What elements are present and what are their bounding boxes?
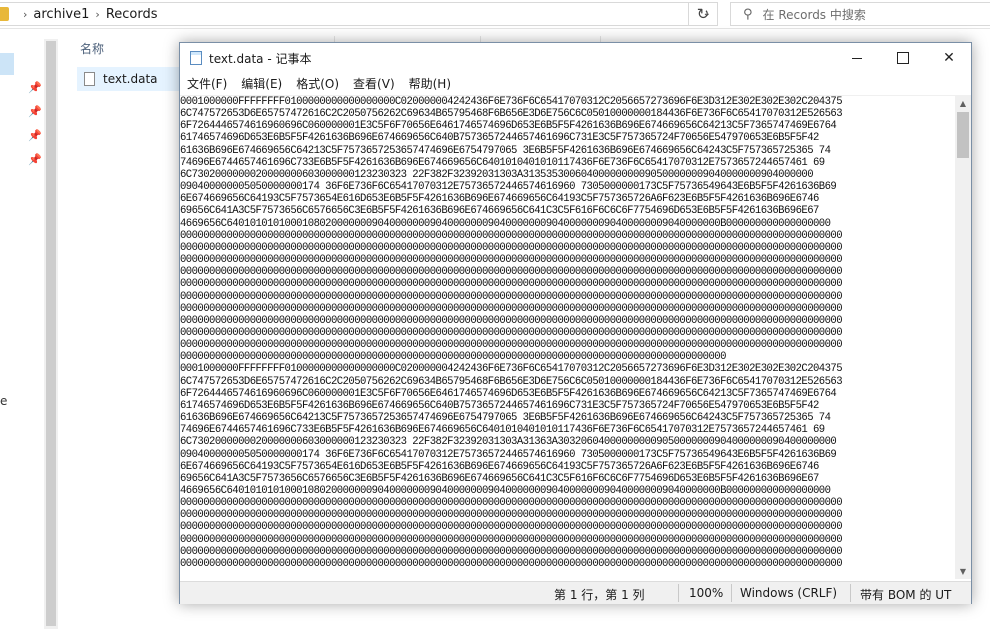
notepad-icon: [190, 51, 202, 65]
title-bar[interactable]: text.data - 记事本 ✕: [180, 43, 971, 73]
maximize-button[interactable]: [880, 43, 926, 73]
status-divider: [731, 584, 732, 602]
minimize-button[interactable]: [834, 43, 880, 73]
scrollbar-thumb[interactable]: [46, 41, 56, 626]
breadcrumb-records[interactable]: Records: [106, 7, 158, 22]
navigation-pane: 📌 📌 📌 📌 e: [0, 29, 60, 630]
menu-file[interactable]: 文件(F): [180, 75, 234, 92]
search-placeholder: 在 Records 中搜索: [762, 7, 866, 22]
menu-bar: 文件(F) 编辑(E) 格式(O) 查看(V) 帮助(H): [180, 73, 971, 93]
status-divider: [678, 584, 679, 602]
notepad-window: text.data - 记事本 ✕ 文件(F) 编辑(E) 格式(O) 查看(V…: [179, 42, 972, 604]
line-ending: Windows (CRLF): [740, 586, 838, 600]
close-button[interactable]: ✕: [926, 43, 972, 73]
vertical-scrollbar[interactable]: ▲ ▼: [955, 95, 971, 579]
menu-format[interactable]: 格式(O): [289, 75, 346, 92]
close-icon: ✕: [943, 50, 955, 66]
breadcrumb-chevron-icon[interactable]: ›: [23, 8, 27, 21]
file-item[interactable]: text.data: [77, 67, 180, 91]
status-divider: [850, 584, 851, 602]
cursor-position: 第 1 行，第 1 列: [554, 588, 645, 602]
file-name: text.data: [103, 72, 158, 86]
text-editor-area[interactable]: 0001000000FFFFFFFF0100000000000000000C02…: [180, 95, 955, 580]
breadcrumb-chevron-icon[interactable]: ›: [95, 8, 99, 21]
menu-edit[interactable]: 编辑(E): [234, 75, 289, 92]
pin-icon[interactable]: 📌: [28, 105, 42, 118]
column-header-name[interactable]: 名称: [80, 40, 104, 57]
refresh-icon: ↻: [696, 5, 710, 23]
scroll-down-icon[interactable]: ▼: [955, 563, 971, 579]
scrollbar-thumb[interactable]: [957, 112, 969, 158]
window-title: text.data - 记事本: [209, 52, 312, 66]
search-input[interactable]: ⚲ 在 Records 中搜索: [730, 2, 990, 26]
menu-view[interactable]: 查看(V): [346, 75, 402, 92]
pin-icon[interactable]: 📌: [28, 129, 42, 142]
refresh-button[interactable]: ↻: [688, 2, 717, 26]
zoom-level: 100%: [689, 586, 724, 600]
search-icon: ⚲: [743, 6, 753, 22]
nav-item-label[interactable]: e: [0, 394, 7, 408]
pin-icon[interactable]: 📌: [28, 153, 42, 166]
document-icon: [84, 72, 95, 86]
maximize-icon: [897, 52, 909, 64]
nav-scrollbar[interactable]: [44, 39, 58, 629]
address-bar[interactable]: › archive1 › Records ⌄: [0, 2, 718, 26]
breadcrumb-archive1[interactable]: archive1: [33, 7, 89, 22]
address-bar-row: › archive1 › Records ⌄ ↻ ⚲ 在 Records 中搜索: [0, 0, 990, 29]
status-bar: 第 1 行，第 1 列 100% Windows (CRLF) 带有 BOM 的…: [180, 581, 971, 604]
text-encoding: 带有 BOM 的 UT: [860, 588, 952, 602]
folder-icon: [0, 7, 9, 21]
pin-icon[interactable]: 📌: [28, 81, 42, 94]
scroll-up-icon[interactable]: ▲: [955, 95, 971, 111]
nav-selected-item[interactable]: [0, 53, 14, 75]
minimize-icon: [852, 57, 862, 59]
document-text[interactable]: 0001000000FFFFFFFF0100000000000000000C02…: [180, 96, 955, 570]
menu-help[interactable]: 帮助(H): [402, 75, 458, 92]
